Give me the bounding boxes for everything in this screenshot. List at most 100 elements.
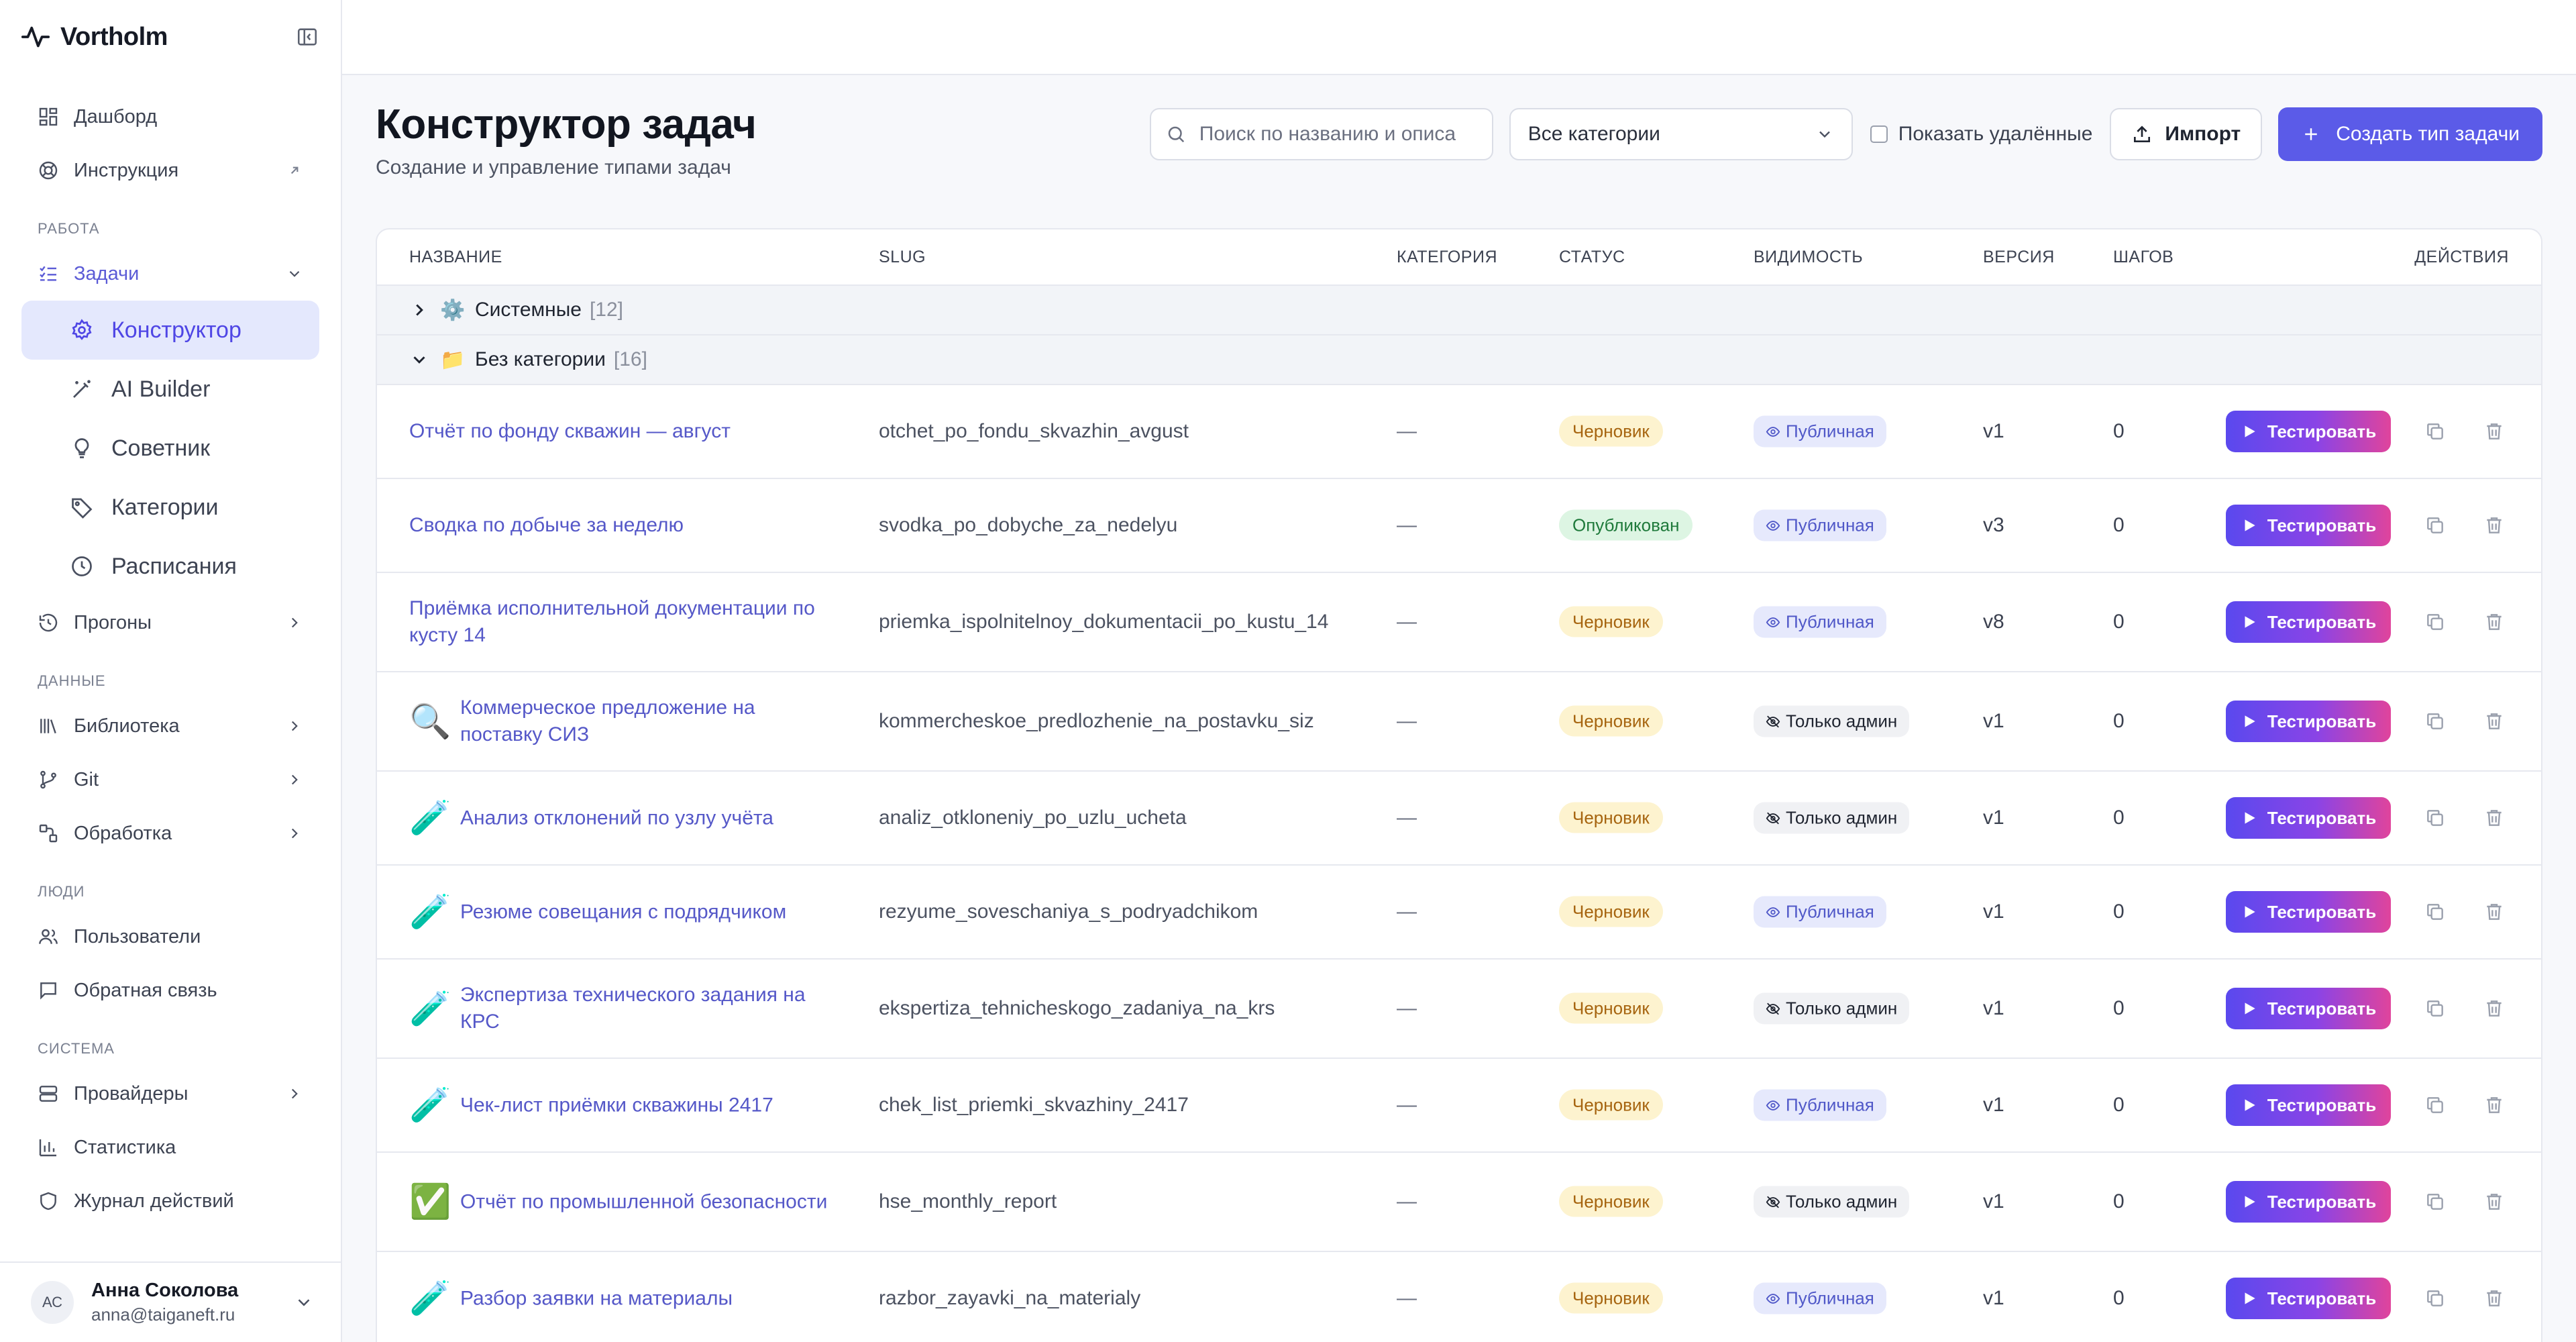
sidebar-item-label: Обработка: [74, 822, 172, 844]
section-people: ЛЮДИ: [38, 883, 85, 900]
duplicate-button[interactable]: [2420, 1187, 2450, 1217]
duplicate-button[interactable]: [2420, 511, 2450, 540]
column-header-name[interactable]: НАЗВАНИЕ: [409, 248, 502, 267]
duplicate-button[interactable]: [2420, 1284, 2450, 1313]
group-row-uncategorized[interactable]: 📁 Без категории [16]: [377, 336, 2541, 385]
group-name-text: Системные: [475, 299, 582, 321]
task-name-link[interactable]: Отчёт по фонду скважин — август: [409, 418, 731, 445]
sidebar-item-users[interactable]: Пользователи: [21, 910, 319, 964]
main: Конструктор задач Создание и управление …: [342, 0, 2576, 1342]
test-button[interactable]: Тестировать: [2226, 1084, 2391, 1126]
duplicate-button[interactable]: [2420, 994, 2450, 1023]
duplicate-button[interactable]: [2420, 607, 2450, 637]
duplicate-button[interactable]: [2420, 897, 2450, 927]
visibility-cell: Публичная: [1754, 606, 1886, 638]
test-button[interactable]: Тестировать: [2226, 891, 2391, 933]
sidebar-item-schedules[interactable]: Расписания: [21, 537, 319, 596]
collapse-sidebar-button[interactable]: [294, 23, 321, 50]
test-button[interactable]: Тестировать: [2226, 505, 2391, 546]
delete-button[interactable]: [2479, 707, 2509, 736]
duplicate-button[interactable]: [2420, 707, 2450, 736]
delete-button[interactable]: [2479, 607, 2509, 637]
task-name-link[interactable]: Разбор заявки на материалы: [460, 1285, 733, 1312]
sidebar-item-feedback[interactable]: Обратная связь: [21, 964, 319, 1017]
test-button[interactable]: Тестировать: [2226, 701, 2391, 742]
create-task-type-button[interactable]: Создать тип задачи: [2278, 107, 2542, 161]
play-icon: [2245, 519, 2255, 531]
test-button[interactable]: Тестировать: [2226, 797, 2391, 839]
create-label: Создать тип задачи: [2336, 123, 2520, 145]
visibility-badge: Публичная: [1754, 1089, 1886, 1121]
column-header-steps[interactable]: ШАГОВ: [2113, 248, 2174, 267]
delete-button[interactable]: [2479, 994, 2509, 1023]
shield-icon: [40, 1192, 56, 1210]
duplicate-button[interactable]: [2420, 1090, 2450, 1120]
sidebar-item-processing[interactable]: Обработка: [21, 807, 319, 860]
column-header-version[interactable]: ВЕРСИЯ: [1983, 248, 2055, 267]
group-icon: ⚙️: [440, 299, 466, 321]
task-name-link[interactable]: Приёмка исполнительной документации по к…: [409, 595, 839, 649]
category-select[interactable]: Все категории: [1509, 108, 1853, 160]
delete-button[interactable]: [2479, 1090, 2509, 1120]
group-row-system[interactable]: ⚙️ Системные [12]: [377, 286, 2541, 336]
sidebar-item-tasks[interactable]: Задачи: [21, 247, 319, 301]
sidebar-item-ai-builder[interactable]: AI Builder: [21, 360, 319, 419]
delete-button[interactable]: [2479, 511, 2509, 540]
table-row: 🔍 Коммерческое предложение на поставку С…: [377, 672, 2541, 772]
search-input[interactable]: [1197, 122, 1469, 146]
task-name-link[interactable]: Коммерческое предложение на поставку СИЗ: [460, 694, 839, 748]
sidebar-item-instructions[interactable]: Инструкция: [21, 144, 319, 197]
column-header-slug[interactable]: SLUG: [879, 248, 926, 267]
chevron-right-icon: [291, 1088, 298, 1099]
user-menu[interactable]: АС Анна Соколова anna@taiganeft.ru: [0, 1261, 341, 1342]
task-name-link[interactable]: Экспертиза технического задания на КРС: [460, 982, 839, 1035]
eye-off-icon: [1766, 812, 1780, 824]
import-button[interactable]: Импорт: [2110, 108, 2263, 160]
sidebar-nav: Дашборд Инструкция РАБОТА Задачи Констру…: [0, 74, 341, 1261]
group-name: Без категории [16]: [475, 348, 647, 371]
sidebar-item-categories[interactable]: Категории: [21, 478, 319, 537]
sidebar-item-providers[interactable]: Провайдеры: [21, 1067, 319, 1121]
task-name-link[interactable]: Резюме совещания с подрядчиком: [460, 898, 786, 925]
task-category: —: [1397, 1190, 1417, 1212]
task-version: v3: [1983, 514, 2004, 536]
row-actions: Тестировать: [2226, 1278, 2509, 1319]
sidebar-item-audit-log[interactable]: Журнал действий: [21, 1174, 319, 1228]
column-header-actions: ДЕЙСТВИЯ: [2414, 247, 2509, 266]
show-deleted-toggle[interactable]: Показать удалённые: [1870, 123, 2092, 146]
visibility-label: Только админ: [1786, 807, 1898, 828]
trash-icon: [2487, 423, 2502, 440]
sidebar-item-runs[interactable]: Прогоны: [21, 596, 319, 650]
sidebar-item-advisor[interactable]: Советник: [21, 419, 319, 478]
task-name-link[interactable]: Анализ отклонений по узлу учёта: [460, 805, 773, 831]
sidebar-item-git[interactable]: Git: [21, 753, 319, 807]
test-button[interactable]: Тестировать: [2226, 411, 2391, 452]
sidebar-item-constructor[interactable]: Конструктор: [21, 301, 319, 360]
play-icon: [2245, 1099, 2255, 1111]
test-button[interactable]: Тестировать: [2226, 1181, 2391, 1223]
sidebar-item-library[interactable]: Библиотека: [21, 699, 319, 753]
delete-button[interactable]: [2479, 1187, 2509, 1217]
task-name-link[interactable]: Чек-лист приёмки скважины 2417: [460, 1092, 773, 1119]
task-name-link[interactable]: Отчёт по промышленной безопасности: [460, 1188, 827, 1215]
task-category: —: [1397, 710, 1417, 732]
task-category: —: [1397, 1287, 1417, 1309]
row-actions: Тестировать: [2226, 1181, 2509, 1223]
sidebar-item-label: Инструкция: [74, 159, 179, 181]
column-header-status[interactable]: СТАТУС: [1559, 248, 1625, 267]
delete-button[interactable]: [2479, 417, 2509, 446]
test-button[interactable]: Тестировать: [2226, 601, 2391, 643]
delete-button[interactable]: [2479, 803, 2509, 833]
test-button[interactable]: Тестировать: [2226, 1278, 2391, 1319]
duplicate-button[interactable]: [2420, 417, 2450, 446]
test-button[interactable]: Тестировать: [2226, 988, 2391, 1029]
delete-button[interactable]: [2479, 1284, 2509, 1313]
duplicate-button[interactable]: [2420, 803, 2450, 833]
column-header-visibility[interactable]: ВИДИМОСТЬ: [1754, 248, 1863, 267]
sidebar-item-statistics[interactable]: Статистика: [21, 1121, 319, 1174]
column-header-category[interactable]: КАТЕГОРИЯ: [1397, 248, 1497, 267]
task-name-link[interactable]: Сводка по добыче за неделю: [409, 512, 684, 539]
delete-button[interactable]: [2479, 897, 2509, 927]
show-deleted-checkbox[interactable]: [1870, 125, 1888, 143]
sidebar-item-dashboard[interactable]: Дашборд: [21, 90, 319, 144]
